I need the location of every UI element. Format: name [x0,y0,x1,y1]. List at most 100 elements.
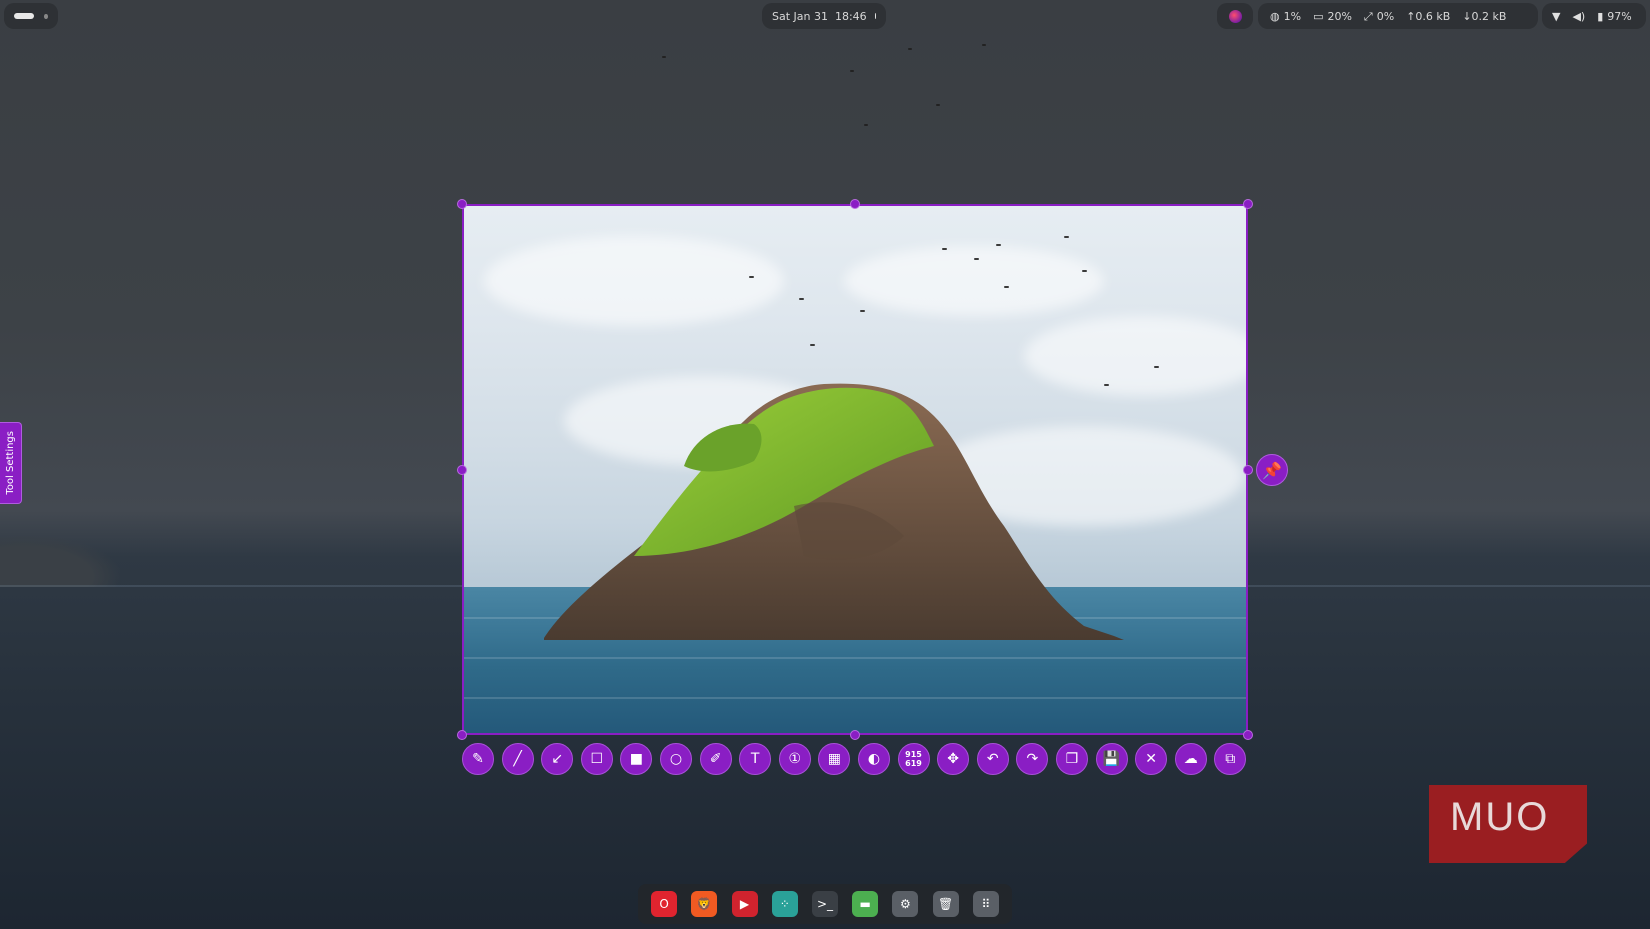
undo-button[interactable]: ↶ [976,743,1009,775]
gpu-stat: ⤢ 0% [1364,10,1394,23]
marker-tool[interactable]: ✐ [699,743,732,775]
redo-button[interactable]: ↷ [1016,743,1049,775]
grid-icon: ⠿ [981,897,991,911]
battery-stat[interactable]: ▮ 97% [1597,10,1632,23]
text-icon: T [750,751,760,767]
folder-icon: ▬ [859,897,871,911]
notification-dot [874,13,876,19]
trash-icon: 🗑 [938,897,954,911]
watermark-text: MUO [1450,795,1550,839]
terminal-app[interactable]: >_ [811,891,838,917]
memory-stat: ▭ 20% [1313,10,1352,23]
clock-pill[interactable]: Sat Jan 31 18:46 [762,3,886,29]
pin-icon: 📌 [1262,460,1282,480]
headland-silhouette [0,535,120,587]
system-tray[interactable]: ▼ ◀) ▮ 97% [1542,3,1646,29]
pencil-icon: ✎ [472,751,484,767]
resize-handle-top[interactable] [850,199,860,209]
bird [936,104,940,106]
cpu-value: 1% [1283,9,1302,23]
nodes-app[interactable]: ⁘ [771,891,798,917]
dock: O 🦁 ▶ ⁘ >_ ▬ ⚙ 🗑 ⠿ [638,884,1012,924]
media-player-app[interactable]: ▶ [731,891,758,917]
cloud-upload-icon: ☁ [1183,751,1198,767]
annotation-toolbar: ✎ ╱ ↙ ☐ ■ ○ ✐ T ① ▦ ◐ 915 619 ✥ ↶ ↷ ❐ 💾 ✕ ☁ ⧉ [462,743,1247,777]
pixelate-tool[interactable]: ▦ [818,743,851,775]
capture-selection[interactable] [462,204,1248,735]
arrow-tool[interactable]: ↙ [541,743,574,775]
captured-photo [464,206,1246,733]
counter-tool[interactable]: ① [778,743,811,775]
volume-icon[interactable]: ◀) [1572,11,1585,22]
memory-icon: ▭ [1313,9,1324,23]
tool-settings-label: Tool Settings [5,431,16,495]
pixelate-icon: ▦ [827,751,841,767]
save-icon: 💾 [1102,751,1121,767]
download-stat: ↓0.2 kB [1462,10,1506,23]
brave-lion-icon: 🦁 [696,897,712,911]
top-bar: Sat Jan 31 18:46 ◍ 1% ▭ 20% ⤢ 0% ↑0.6 kB… [0,0,1650,32]
save-button[interactable]: 💾 [1095,743,1128,775]
redo-icon: ↷ [1026,751,1039,767]
resize-handle-bottom-right[interactable] [1243,730,1253,740]
bird [982,44,986,46]
bird [850,70,854,72]
close-button[interactable]: ✕ [1135,743,1168,775]
active-app-indicator[interactable] [1217,3,1253,29]
copy-icon: ❐ [1065,751,1079,767]
resize-handle-left[interactable] [457,465,467,475]
resize-handle-right[interactable] [1243,465,1253,475]
tool-settings-tab[interactable]: Tool Settings [0,422,22,504]
line-icon: ╱ [513,751,522,767]
pin-button[interactable]: 📌 [1256,454,1288,486]
text-tool[interactable]: T [739,743,772,775]
square-filled-icon: ■ [629,751,643,767]
circle-tool[interactable]: ○ [659,743,692,775]
close-icon: ✕ [1145,751,1157,767]
pipe-icon: ⤢ [1363,9,1373,23]
move-icon: ✥ [947,751,959,767]
upload-value: ↑0.6 kB [1406,9,1451,23]
inactive-workspace[interactable] [43,13,48,19]
invert-tool[interactable]: ◐ [857,743,890,775]
opera-icon: O [659,897,669,911]
circle-icon: ○ [669,751,683,767]
bird [662,56,666,58]
rectangle-filled-tool[interactable]: ■ [620,743,653,775]
system-stats[interactable]: ◍ 1% ▭ 20% ⤢ 0% ↑0.6 kB ↓0.2 kB [1258,3,1538,29]
play-icon: ▶ [739,897,750,911]
contrast-icon: ◐ [867,751,881,767]
gear-icon: ⚙ [900,897,911,911]
workspace-indicator[interactable] [4,3,58,29]
resize-handle-bottom-left[interactable] [457,730,467,740]
pencil-tool[interactable]: ✎ [462,743,494,775]
app-grid[interactable]: ⠿ [972,891,999,917]
files-app[interactable]: ▬ [852,891,879,917]
island [544,383,1124,640]
counter-icon: ① [788,751,802,767]
upload-button[interactable]: ☁ [1174,743,1207,775]
brave-app[interactable]: 🦁 [691,891,718,917]
globe-icon: ◍ [1270,9,1280,23]
bird [864,124,868,126]
square-outline-icon: ☐ [590,751,604,767]
memory-value: 20% [1327,9,1352,23]
cpu-stat: ◍ 1% [1270,10,1301,23]
gpu-value: 0% [1376,9,1395,23]
size-indicator[interactable]: 915 619 [897,743,930,775]
nodes-icon: ⁘ [779,897,790,911]
open-with-button[interactable]: ⧉ [1214,743,1247,775]
active-workspace[interactable] [14,13,34,19]
trash-app[interactable]: 🗑 [932,891,959,917]
opera-app[interactable]: O [651,891,678,917]
resize-handle-bottom[interactable] [850,730,860,740]
move-tool[interactable]: ✥ [937,743,970,775]
wifi-icon[interactable]: ▼ [1552,11,1560,22]
settings-app[interactable]: ⚙ [892,891,919,917]
line-tool[interactable]: ╱ [501,743,534,775]
resize-handle-top-left[interactable] [457,199,467,209]
resize-handle-top-right[interactable] [1243,199,1253,209]
download-value: ↓0.2 kB [1462,9,1507,23]
rectangle-outline-tool[interactable]: ☐ [580,743,613,775]
copy-button[interactable]: ❐ [1055,743,1088,775]
